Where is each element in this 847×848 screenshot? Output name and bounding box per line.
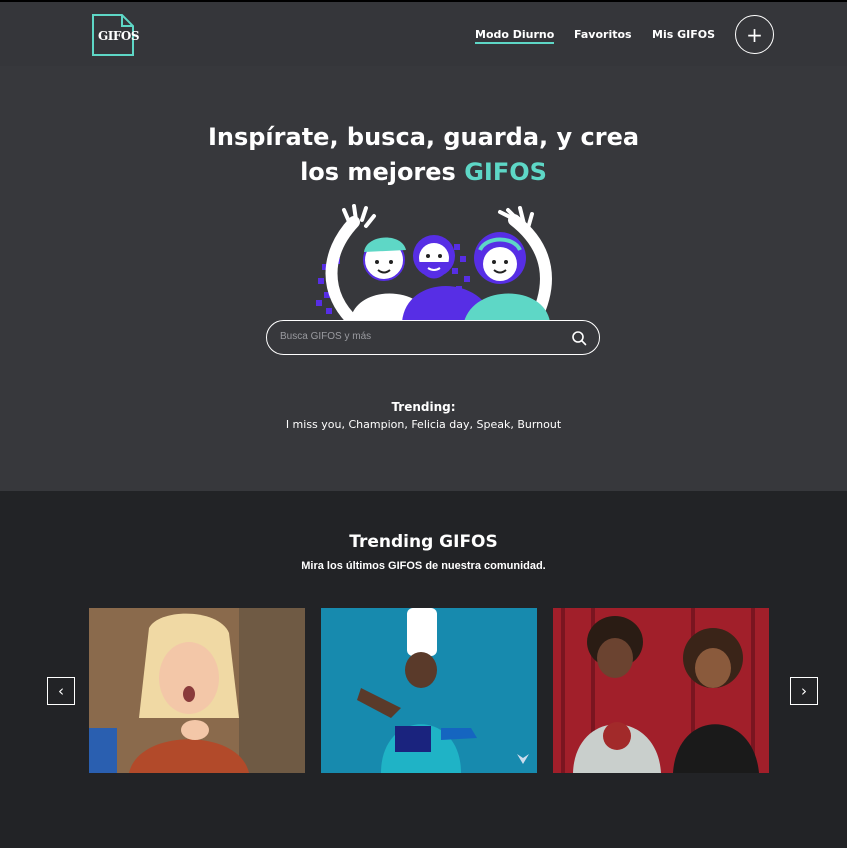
chevron-right-icon: › [801,682,807,700]
headline-line-2: los mejores GIFOS [0,155,847,190]
trending-gif-2[interactable] [321,608,537,773]
carousel-next-button[interactable]: › [790,677,818,705]
nav-mis-gifos[interactable]: Mis GIFOS [652,28,715,41]
trending-label: Trending: [391,400,456,414]
trending-gif-3[interactable] [553,608,769,773]
logo-text: GIFOS [98,29,140,43]
gifos-logo[interactable]: GIFOS [92,14,140,56]
create-gifo-button[interactable]: + [735,15,774,54]
search-icon[interactable] [571,330,587,346]
trending-gifos-title: Trending GIFOS [349,532,498,552]
hero-illustration [314,204,554,328]
carousel-prev-button[interactable]: ‹ [47,677,75,705]
plus-icon: + [746,22,763,47]
headline-line-1: Inspírate, busca, guarda, y crea [207,123,640,151]
headline-line-2-prefix: los mejores [300,158,465,186]
search-input[interactable]: Busca GIFOS y más [280,331,371,342]
hero-headline: Inspírate, busca, guarda, y crea los mej… [0,120,847,190]
trending-gif-1[interactable] [89,608,305,773]
nav-modo-diurno[interactable]: Modo Diurno [475,28,555,44]
site-header: GIFOS Modo Diurno Favoritos Mis GIFOS + [0,2,847,66]
headline-accent: GIFOS [464,158,547,186]
search-bar[interactable]: Busca GIFOS y más [266,320,600,355]
chevron-left-icon: ‹ [58,682,64,700]
nav-favoritos[interactable]: Favoritos [574,28,632,41]
trending-gifos-subtitle: Mira los últimos GIFOS de nuestra comuni… [301,560,546,572]
trending-terms[interactable]: I miss you, Champion, Felicia day, Speak… [0,418,847,431]
